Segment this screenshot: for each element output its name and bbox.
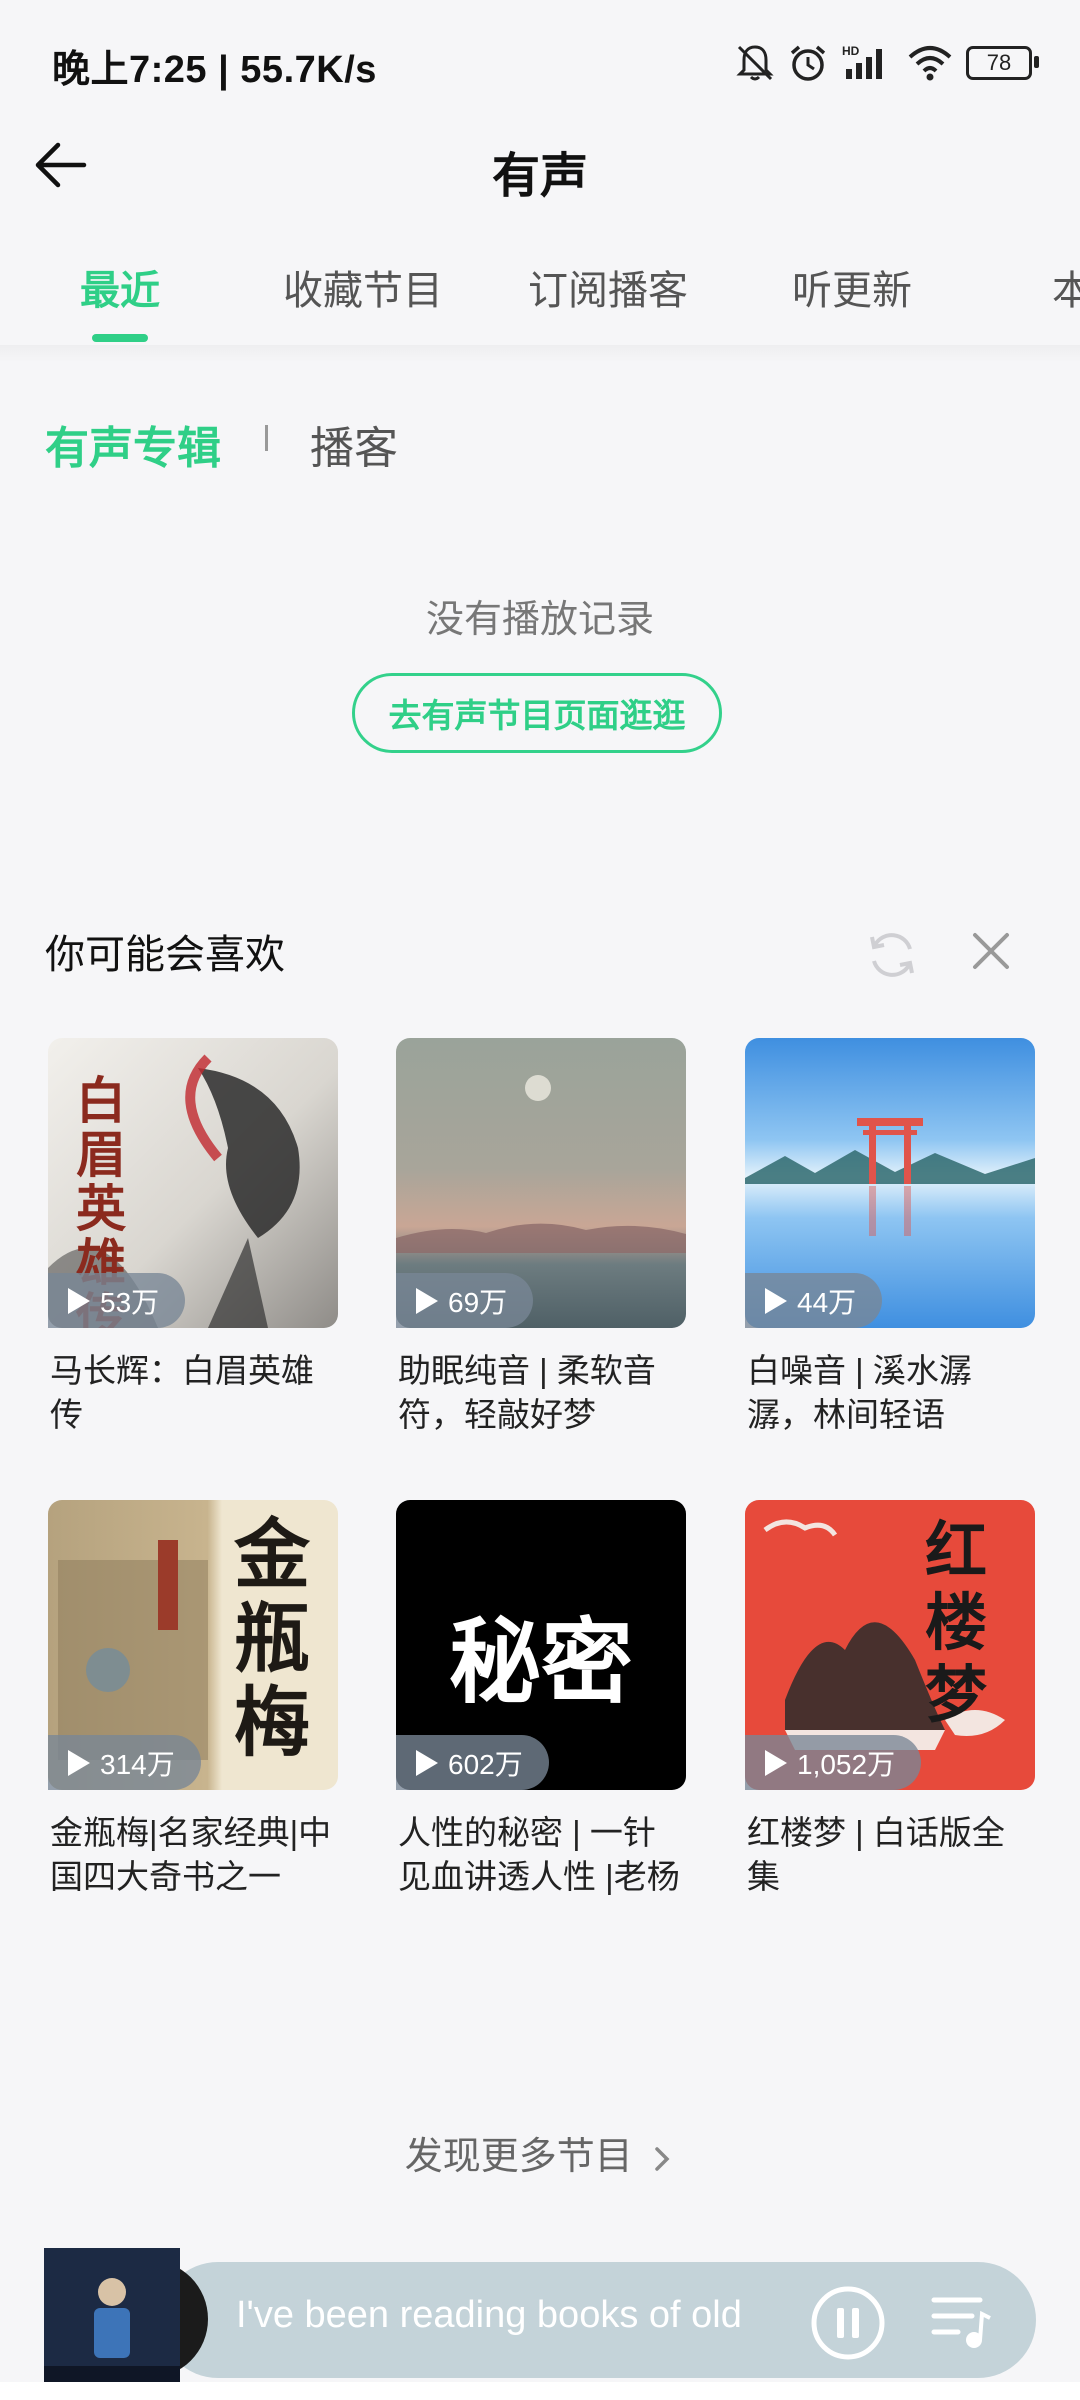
cover-text: 金瓶梅 — [234, 1513, 310, 1766]
play-count: 602万 — [448, 1748, 523, 1780]
program-title: 红楼梦 | 白话版全集 — [747, 1814, 1005, 1895]
player-album-art[interactable] — [44, 2248, 180, 2384]
browse-programs-button[interactable]: 去有声节目页面逛逛 — [352, 673, 722, 753]
play-icon — [416, 1749, 438, 1776]
battery-level: 78 — [986, 50, 1012, 75]
tab-updates[interactable]: 听更新 — [792, 258, 912, 316]
now-playing-text: I've been reading books of old — [236, 2294, 742, 2336]
subtab-audio-albums[interactable]: 有声专辑 — [45, 412, 221, 476]
play-icon — [765, 1749, 787, 1776]
play-icon — [68, 1749, 90, 1776]
play-icon — [765, 1287, 787, 1314]
play-count: 53万 — [100, 1286, 160, 1318]
play-count: 1,052万 — [797, 1748, 896, 1780]
wifi-icon — [908, 46, 952, 81]
discover-more-link[interactable]: 发现更多节目 — [0, 2125, 1080, 2180]
close-icon[interactable] — [965, 925, 1017, 977]
alarm-icon — [790, 45, 826, 81]
pause-icon[interactable] — [810, 2285, 886, 2361]
status-time: 晚上7:25 | 55.7K/s — [52, 49, 377, 91]
play-icon — [68, 1287, 90, 1314]
bottom-bar — [0, 2382, 1080, 2400]
empty-message: 没有播放记录 — [425, 599, 654, 641]
tab-partial[interactable]: 本 — [1052, 258, 1080, 316]
tab-underline — [92, 334, 148, 342]
battery-icon: 78 — [966, 46, 1039, 80]
mute-icon — [736, 45, 774, 81]
discover-more-label: 发现更多节目 — [404, 2136, 633, 2178]
program-title: 马长辉：白眉英雄传 — [50, 1352, 314, 1433]
chevron-right-icon — [655, 2147, 670, 2171]
play-count-badge: 44万 — [745, 1273, 883, 1328]
program-title: 助眠纯音 | 柔软音符，轻敲好梦 — [398, 1352, 656, 1433]
header-shadow — [0, 345, 1080, 363]
subtab-podcasts[interactable]: 播客 — [310, 412, 398, 476]
play-count-badge: 602万 — [396, 1735, 549, 1790]
program-title: 人性的秘密 | 一针见血讲透人性 |老杨 — [398, 1814, 680, 1895]
tab-subscriptions[interactable]: 订阅播客 — [528, 258, 688, 316]
album-art-figure — [44, 2248, 180, 2384]
play-icon — [416, 1287, 438, 1314]
page-title: 有声 — [491, 150, 588, 203]
cover-text: 红楼梦 — [925, 1517, 988, 1730]
recommend-title: 你可能会喜欢 — [45, 933, 285, 977]
tab-recent[interactable]: 最近 — [80, 258, 160, 316]
program-title: 金瓶梅|名家经典|中国四大奇书之一 — [50, 1814, 332, 1895]
playlist-icon[interactable] — [928, 2288, 994, 2354]
play-count: 44万 — [797, 1286, 857, 1318]
subtab-separator — [265, 425, 268, 451]
tab-bar: 最近 收藏节目 订阅播客 听更新 本 — [0, 250, 1080, 345]
play-count: 69万 — [448, 1286, 508, 1318]
play-count: 314万 — [100, 1748, 175, 1780]
refresh-icon[interactable] — [862, 925, 922, 985]
play-count-badge: 69万 — [396, 1273, 534, 1328]
play-count-badge: 53万 — [48, 1273, 186, 1328]
play-count-badge: 1,052万 — [745, 1735, 922, 1790]
hd-signal-icon: HD — [842, 44, 882, 79]
svg-text:HD: HD — [842, 44, 860, 58]
play-count-badge: 314万 — [48, 1735, 201, 1790]
cover-text: 秘密 — [448, 1612, 633, 1714]
tab-favorites[interactable]: 收藏节目 — [283, 258, 443, 316]
program-title: 白噪音 | 溪水潺潺，林间轻语 — [747, 1352, 972, 1433]
status-icons: HD 78 — [736, 38, 1039, 88]
